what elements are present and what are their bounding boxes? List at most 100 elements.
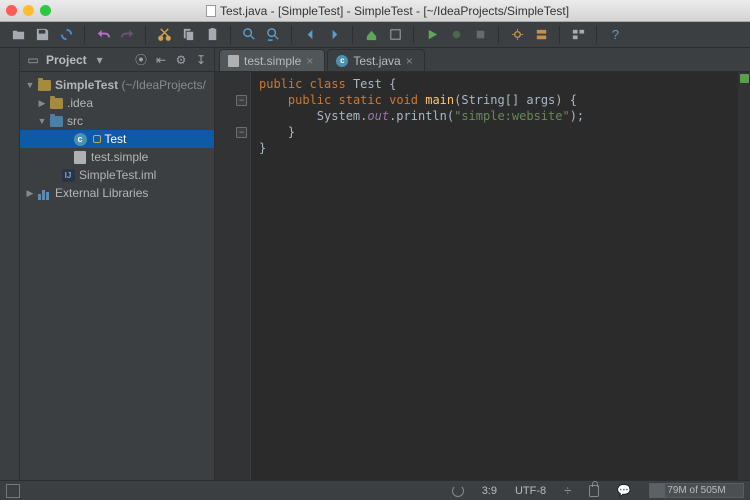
redo-icon[interactable] <box>119 27 135 43</box>
close-window-icon[interactable] <box>6 5 17 16</box>
tab-label: test.simple <box>244 54 301 68</box>
target-icon[interactable]: ⦿ <box>134 53 148 67</box>
tree-testsimple[interactable]: test.simple <box>20 148 214 166</box>
expander-icon[interactable]: ▼ <box>36 116 48 126</box>
tab-testsimple[interactable]: test.simple × <box>219 49 325 71</box>
back-icon[interactable] <box>302 27 318 43</box>
settings2-icon[interactable] <box>533 27 549 43</box>
tree-external-libs[interactable]: ▶ External Libraries <box>20 184 214 202</box>
paste-icon[interactable] <box>204 27 220 43</box>
analysis-ok-icon[interactable] <box>740 74 749 83</box>
libraries-icon <box>38 187 51 200</box>
code-editor[interactable]: − − public class Test { public static vo… <box>215 72 750 480</box>
sync-icon[interactable] <box>58 27 74 43</box>
main-toolbar: ? <box>0 22 750 48</box>
settings1-icon[interactable] <box>509 27 525 43</box>
close-icon[interactable]: × <box>306 56 316 66</box>
sidebar-header: ▭ Project ▾ ⦿ ⇤ ⚙ ↧ <box>20 48 214 72</box>
toolbar-separator <box>596 26 597 44</box>
undo-icon[interactable] <box>95 27 111 43</box>
expander-icon[interactable]: ▶ <box>36 98 48 109</box>
config-icon[interactable] <box>387 27 403 43</box>
run-icon[interactable] <box>424 27 440 43</box>
status-bar: 3:9 UTF-8 ÷ 💬 79M of 505M <box>0 480 750 500</box>
toolbar-separator <box>413 26 414 44</box>
toolbar-separator <box>291 26 292 44</box>
file-icon <box>74 151 86 164</box>
project-sidebar: ▭ Project ▾ ⦿ ⇤ ⚙ ↧ ▼ SimpleTest (~/Idea… <box>20 48 215 480</box>
debug-icon[interactable] <box>448 27 464 43</box>
class-icon: c <box>336 55 348 67</box>
class-icon: c <box>74 133 87 146</box>
expander-icon[interactable]: ▶ <box>24 188 36 199</box>
indent-status[interactable]: ÷ <box>564 483 571 498</box>
hide-icon[interactable]: ↧ <box>194 53 208 67</box>
stop-icon[interactable] <box>472 27 488 43</box>
toolbar-separator <box>145 26 146 44</box>
cut-icon[interactable] <box>156 27 172 43</box>
find-icon[interactable] <box>241 27 257 43</box>
minimize-window-icon[interactable] <box>23 5 34 16</box>
progress-spinner-icon <box>452 485 464 497</box>
tree-src[interactable]: ▼ src <box>20 112 214 130</box>
editor-tabs: test.simple × c Test.java × <box>215 48 750 72</box>
tree-label: test.simple <box>91 150 148 164</box>
project-tree: ▼ SimpleTest (~/IdeaProjects/ ▶ .idea ▼ … <box>20 72 214 480</box>
tree-idea[interactable]: ▶ .idea <box>20 94 214 112</box>
chevron-down-icon[interactable]: ▾ <box>93 53 107 67</box>
svg-text:?: ? <box>611 27 618 42</box>
toolbar-separator <box>84 26 85 44</box>
tree-root-label: SimpleTest <box>55 78 118 92</box>
toolbar-separator <box>352 26 353 44</box>
collapse-icon[interactable]: ⇤ <box>154 53 168 67</box>
statusbar-toggle-icon[interactable] <box>6 484 20 498</box>
build-icon[interactable] <box>363 27 379 43</box>
code-content[interactable]: public class Test { public static void m… <box>251 72 738 480</box>
toolbar-separator <box>230 26 231 44</box>
tree-label: src <box>67 114 83 128</box>
close-icon[interactable]: × <box>406 56 416 66</box>
maximize-window-icon[interactable] <box>40 5 51 16</box>
copy-icon[interactable] <box>180 27 196 43</box>
cursor-position[interactable]: 3:9 <box>482 485 497 497</box>
iml-icon: IJ <box>62 169 75 182</box>
folder-icon <box>50 98 63 109</box>
editor-gutter: − − <box>215 72 251 480</box>
document-icon <box>206 5 216 17</box>
help-icon[interactable]: ? <box>607 27 623 43</box>
encoding-status[interactable]: UTF-8 <box>515 485 546 497</box>
expander-icon[interactable]: ▼ <box>24 80 36 90</box>
editor-area: test.simple × c Test.java × − − public c… <box>215 48 750 480</box>
forward-icon[interactable] <box>326 27 342 43</box>
tree-iml[interactable]: IJ SimpleTest.iml <box>20 166 214 184</box>
tab-label: Test.java <box>353 54 400 68</box>
editor-marker-bar <box>738 72 750 480</box>
tree-root[interactable]: ▼ SimpleTest (~/IdeaProjects/ <box>20 76 214 94</box>
sidebar-title: Project <box>46 53 87 67</box>
main-area: ▭ Project ▾ ⦿ ⇤ ⚙ ↧ ▼ SimpleTest (~/Idea… <box>0 48 750 480</box>
module-folder-icon <box>38 80 51 91</box>
notify-icon[interactable]: 💬 <box>617 484 631 497</box>
fold-handle-icon[interactable]: − <box>236 127 247 138</box>
titlebar: Test.java - [SimpleTest] - SimpleTest - … <box>0 0 750 22</box>
file-icon <box>228 55 239 67</box>
src-folder-icon <box>50 116 63 127</box>
tab-testjava[interactable]: c Test.java × <box>327 49 424 71</box>
replace-icon[interactable] <box>265 27 281 43</box>
toolbar-separator <box>559 26 560 44</box>
fold-handle-icon[interactable]: − <box>236 95 247 106</box>
readonly-lock-icon[interactable] <box>589 485 599 497</box>
window-controls <box>6 5 51 16</box>
tree-test-class[interactable]: c Test <box>20 130 214 148</box>
gear-icon[interactable]: ⚙ <box>174 53 188 67</box>
memory-label: 79M of 505M <box>667 485 725 496</box>
memory-indicator[interactable]: 79M of 505M <box>649 483 744 498</box>
structure-icon[interactable] <box>570 27 586 43</box>
project-view-icon[interactable]: ▭ <box>26 53 40 67</box>
left-gutter <box>0 48 20 480</box>
tree-label: Test <box>104 132 126 146</box>
tree-label: External Libraries <box>55 186 148 200</box>
open-icon[interactable] <box>10 27 26 43</box>
save-icon[interactable] <box>34 27 50 43</box>
tree-label: SimpleTest.iml <box>79 168 156 182</box>
